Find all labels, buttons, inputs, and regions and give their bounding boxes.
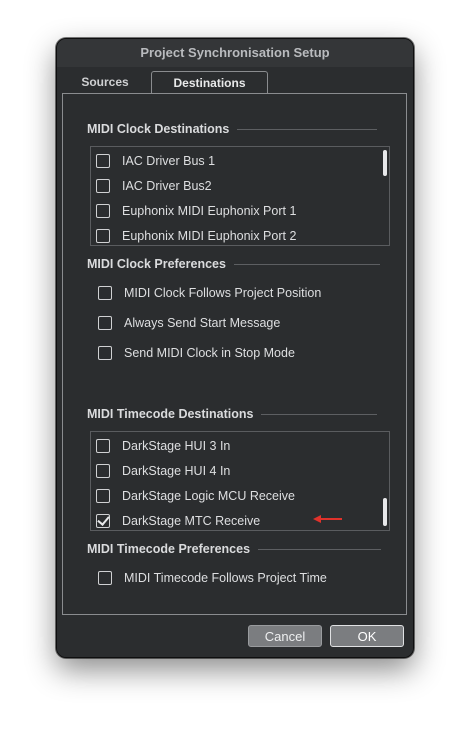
- list-item-label: DarkStage Logic MCU Receive: [122, 488, 295, 503]
- list-item[interactable]: DarkStage Logic MCU Receive: [91, 483, 381, 508]
- tab-destinations[interactable]: Destinations: [151, 71, 268, 93]
- checkbox[interactable]: [98, 316, 112, 330]
- destinations-panel: MIDI Clock Destinations IAC Driver Bus 1…: [62, 93, 407, 615]
- list-item[interactable]: Euphonix MIDI Euphonix Port 2: [91, 223, 381, 248]
- window-title: Project Synchronisation Setup: [57, 39, 413, 68]
- list-item[interactable]: IAC Driver Bus2: [91, 173, 381, 198]
- tab-bar: Sources Destinations: [57, 67, 413, 93]
- checkbox[interactable]: [96, 153, 110, 168]
- pref-label: MIDI Clock Follows Project Position: [124, 286, 322, 300]
- list-item-label: IAC Driver Bus2: [122, 178, 212, 193]
- checkbox[interactable]: [96, 463, 110, 478]
- midi-clock-destinations-header: MIDI Clock Destinations: [87, 121, 378, 137]
- ok-button[interactable]: OK: [330, 625, 404, 647]
- midi-timecode-preferences-header: MIDI Timecode Preferences: [87, 541, 382, 557]
- list-item[interactable]: Euphonix MIDI Euphonix Port 1: [91, 198, 381, 223]
- scrollbar[interactable]: [383, 150, 387, 176]
- checkbox[interactable]: [96, 228, 110, 243]
- midi-clock-destinations-title: MIDI Clock Destinations: [87, 122, 230, 136]
- cancel-button[interactable]: Cancel: [248, 625, 322, 647]
- midi-clock-destinations-list[interactable]: IAC Driver Bus 1 IAC Driver Bus2 Euphoni…: [90, 146, 390, 246]
- pref-label: Always Send Start Message: [124, 316, 281, 330]
- red-arrow-icon: [313, 515, 342, 523]
- midi-clock-preferences-header: MIDI Clock Preferences: [87, 256, 380, 272]
- checkbox[interactable]: [98, 346, 112, 360]
- list-item-label: IAC Driver Bus 1: [122, 153, 216, 168]
- list-item[interactable]: DarkStage HUI 3 In: [91, 433, 381, 458]
- section-divider: [258, 548, 382, 550]
- pref-label: MIDI Timecode Follows Project Time: [124, 571, 327, 585]
- list-item-label: DarkStage HUI 4 In: [122, 463, 231, 478]
- checkbox[interactable]: [98, 571, 112, 585]
- pref-clock-follows-position[interactable]: MIDI Clock Follows Project Position: [93, 283, 321, 303]
- dialog-footer: Cancel OK: [57, 617, 413, 657]
- pref-label: Send MIDI Clock in Stop Mode: [124, 346, 295, 360]
- midi-timecode-destinations-title: MIDI Timecode Destinations: [87, 407, 254, 421]
- section-divider: [233, 263, 380, 265]
- checkbox[interactable]: [96, 488, 110, 503]
- midi-clock-preferences-title: MIDI Clock Preferences: [87, 257, 226, 271]
- checkbox[interactable]: [96, 438, 110, 453]
- section-divider: [237, 128, 378, 130]
- list-item-label: Euphonix MIDI Euphonix Port 2: [122, 228, 297, 243]
- midi-timecode-destinations-header: MIDI Timecode Destinations: [87, 406, 378, 422]
- list-item[interactable]: DarkStage HUI 4 In: [91, 458, 381, 483]
- list-item[interactable]: IAC Driver Bus 1: [91, 148, 381, 173]
- pref-send-clock-stop-mode[interactable]: Send MIDI Clock in Stop Mode: [93, 343, 295, 363]
- checkbox-checked[interactable]: [96, 513, 110, 528]
- scrollbar[interactable]: [383, 498, 387, 526]
- pref-timecode-follows-time[interactable]: MIDI Timecode Follows Project Time: [93, 568, 327, 588]
- midi-timecode-destinations-list[interactable]: DarkStage HUI 3 In DarkStage HUI 4 In Da…: [90, 431, 390, 531]
- pref-always-send-start[interactable]: Always Send Start Message: [93, 313, 280, 333]
- midi-timecode-preferences-title: MIDI Timecode Preferences: [87, 542, 251, 556]
- checkbox[interactable]: [96, 178, 110, 193]
- tab-sources[interactable]: Sources: [69, 71, 141, 93]
- list-item-label: DarkStage MTC Receive: [122, 513, 261, 528]
- checkbox[interactable]: [96, 203, 110, 218]
- section-divider: [261, 413, 378, 415]
- list-item-label: Euphonix MIDI Euphonix Port 1: [122, 203, 297, 218]
- sync-setup-dialog: Project Synchronisation Setup Sources De…: [56, 38, 414, 658]
- list-item-label: DarkStage HUI 3 In: [122, 438, 231, 453]
- checkbox[interactable]: [98, 286, 112, 300]
